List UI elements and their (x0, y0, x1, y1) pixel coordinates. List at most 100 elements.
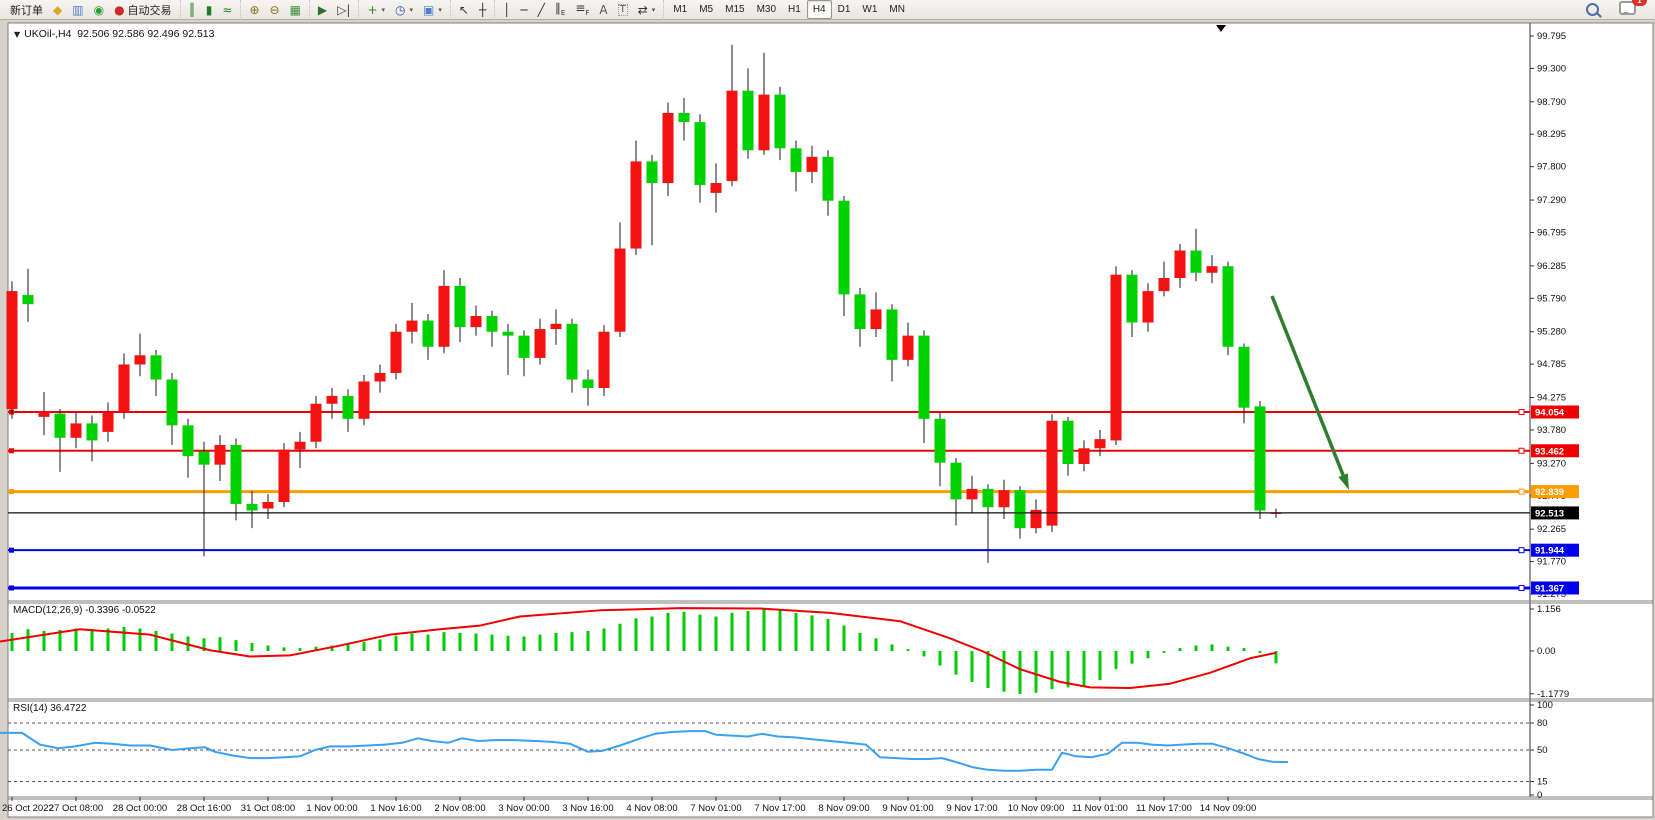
fibonacci-icon-glyph: ≡F (575, 2, 589, 17)
timeframe-m5[interactable]: M5 (693, 0, 719, 19)
price-tick-label: 93.270 (1537, 458, 1566, 469)
timeframe-toolbar: M1M5M15M30H1H4D1W1MN (663, 0, 914, 20)
chart-shift-icon[interactable]: ▷| (332, 0, 355, 19)
timeframe-m1[interactable]: M1 (667, 0, 693, 19)
channel-icon[interactable]: ∥E (550, 0, 570, 19)
new-order-button[interactable]: 新订单 (5, 0, 48, 19)
macd-histogram-bar (1259, 651, 1262, 653)
periods-icon-glyph: ◷ (395, 4, 405, 16)
auto-scroll-icon[interactable]: ▶ (313, 0, 332, 19)
arrows-icon[interactable]: ⇄▾ (633, 0, 661, 19)
chart-title[interactable]: ▼UKOil-,H4 92.506 92.586 92.496 92.513 (14, 28, 214, 40)
trendline-icon[interactable]: ╱ (533, 0, 550, 19)
support-line-orange-handle-left[interactable] (9, 489, 14, 494)
candle (503, 332, 514, 336)
candle (759, 95, 770, 151)
price-tick-label: 95.280 (1537, 327, 1566, 338)
macd-histogram-bar (603, 628, 606, 651)
crosshair-icon[interactable]: ┼ (474, 0, 491, 19)
new-chart-icon[interactable]: ◆ (48, 0, 67, 19)
text-icon[interactable]: A (594, 0, 612, 19)
macd-histogram-bar (347, 644, 350, 651)
rsi-tick-label: 100 (1537, 700, 1553, 711)
macd-histogram-bar (731, 613, 734, 651)
vline-icon[interactable]: │ (498, 0, 515, 19)
price-tick-label: 95.790 (1537, 293, 1566, 304)
tile-windows-icon[interactable]: ▦ (285, 0, 306, 19)
candle (1175, 250, 1186, 278)
alerts-icon[interactable]: ◉ (89, 0, 109, 19)
time-tick-label: 26 Oct 2022 (2, 803, 54, 814)
line-chart-icon[interactable]: ≈ (217, 0, 237, 19)
support-line-blue-2-handle-right[interactable] (1519, 585, 1524, 590)
bars-chart-icon[interactable]: ║ (184, 0, 201, 19)
main-toolbar: 新订单◆▥◉●自动交易║▮≈⊕⊖▦▶▷|+▾◷▾▣▾↖┼│─╱∥E≡FAT⇄▾ … (0, 0, 1655, 20)
candles-chart-icon[interactable]: ▮ (201, 0, 218, 19)
candle (439, 286, 450, 347)
candle (871, 309, 882, 329)
time-tick-label: 14 Nov 09:00 (1200, 803, 1257, 814)
autotrade-button[interactable]: ●自动交易 (109, 0, 176, 19)
candle (775, 95, 786, 149)
macd-histogram-bar (1131, 651, 1134, 664)
hline-icon-glyph: ─ (520, 4, 527, 16)
templates-dropdown-icon[interactable]: ▾ (438, 6, 442, 14)
candle (327, 396, 338, 404)
time-tick-label: 27 Oct 08:00 (49, 803, 103, 814)
arrows-dropdown-icon[interactable]: ▾ (652, 6, 656, 14)
macd-histogram-bar (747, 611, 750, 651)
zoom-out-icon[interactable]: ⊖ (265, 0, 285, 19)
candle (119, 364, 130, 412)
candle (471, 316, 482, 327)
resistance-line-2-handle-left[interactable] (9, 448, 14, 453)
support-line-blue-1-handle-left[interactable] (9, 548, 14, 553)
support-line-orange-handle-right[interactable] (1519, 489, 1524, 494)
resistance-line-2-handle-right[interactable] (1519, 448, 1524, 453)
macd-histogram-bar (667, 613, 670, 651)
time-tick-label: 7 Nov 01:00 (690, 803, 741, 814)
zoom-in-icon[interactable]: ⊕ (244, 0, 264, 19)
hline-icon[interactable]: ─ (515, 0, 532, 19)
candle (1063, 421, 1074, 464)
timeframe-d1[interactable]: D1 (832, 0, 857, 19)
support-line-blue-1-handle-right[interactable] (1519, 548, 1524, 553)
macd-histogram-bar (155, 631, 158, 651)
support-line-orange-price-badge-label: 92.839 (1535, 487, 1564, 498)
alerts-icon-glyph: ◉ (94, 4, 104, 16)
toolbar-group: 新订单◆▥ ◉ ●自动交易 (2, 0, 180, 20)
indicators-dropdown-icon[interactable]: ▾ (382, 6, 386, 14)
chat-badge: 1 (1632, 0, 1647, 6)
timeframe-m15[interactable]: M15 (719, 0, 750, 19)
price-tick-label: 97.290 (1537, 195, 1566, 206)
fibonacci-icon[interactable]: ≡F (570, 0, 594, 19)
price-tick-label: 94.275 (1537, 393, 1566, 404)
macd-histogram-bar (795, 613, 798, 651)
chart-canvas[interactable]: 99.79599.30098.79098.29597.80097.29096.7… (0, 0, 1655, 820)
macd-histogram-bar (1243, 648, 1246, 651)
chat-button[interactable]: 1 (1614, 0, 1641, 19)
candle (951, 463, 962, 500)
timeframe-m30[interactable]: M30 (751, 0, 782, 19)
ohlc-values: 92.506 92.586 92.496 92.513 (77, 28, 214, 40)
candle (615, 249, 626, 332)
search-button[interactable] (1581, 0, 1604, 19)
timeframe-h1[interactable]: H1 (782, 0, 807, 19)
text-label-icon[interactable]: T (613, 0, 633, 19)
timeframe-h4[interactable]: H4 (807, 0, 832, 19)
timeframe-mn[interactable]: MN (883, 0, 911, 19)
support-line-blue-2-handle-left[interactable] (9, 585, 14, 590)
candle (663, 113, 674, 183)
candle (823, 157, 834, 201)
templates-icon[interactable]: ▣▾ (418, 0, 447, 19)
indicators-icon[interactable]: +▾ (362, 0, 390, 19)
resistance-line-1-handle-right[interactable] (1519, 409, 1524, 414)
candles-chart-icon-glyph: ▮ (206, 4, 213, 16)
symbol-dropdown-icon[interactable]: ▼ (14, 30, 20, 39)
periods-dropdown-icon[interactable]: ▾ (410, 6, 414, 14)
profiles-icon[interactable]: ▥ (67, 0, 88, 19)
cursor-icon[interactable]: ↖ (454, 0, 474, 19)
candle (407, 321, 418, 332)
timeframe-w1[interactable]: W1 (856, 0, 883, 19)
periods-icon[interactable]: ◷▾ (390, 0, 418, 19)
current-price-line-price-badge-label: 92.513 (1535, 508, 1564, 519)
